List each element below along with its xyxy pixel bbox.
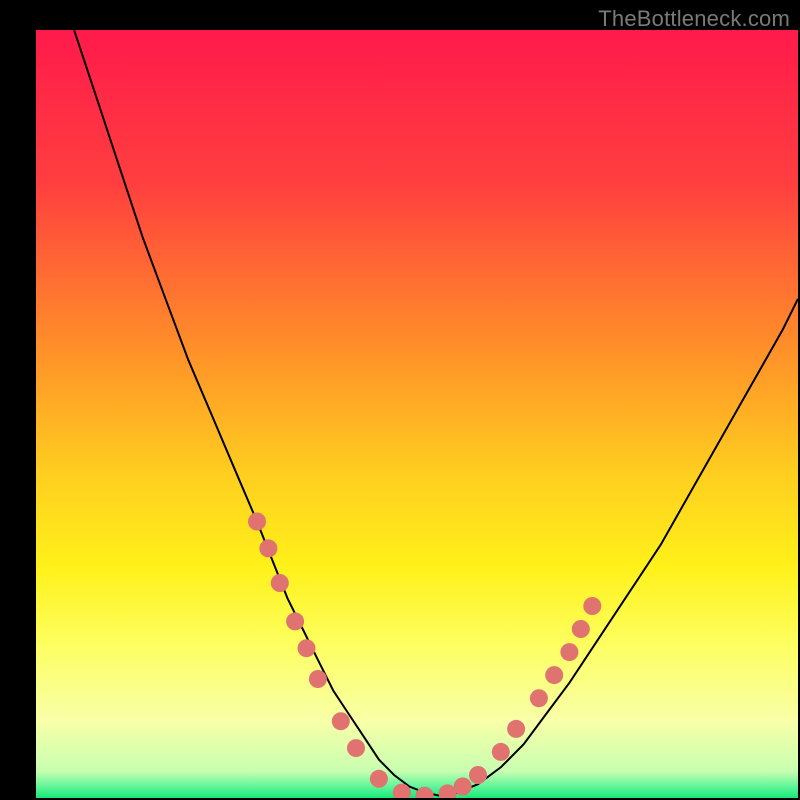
- highlight-dot: [347, 739, 365, 757]
- highlight-dot: [530, 689, 548, 707]
- highlight-dot: [572, 620, 590, 638]
- highlight-dot: [271, 574, 289, 592]
- highlight-dot: [259, 539, 277, 557]
- highlight-dot: [560, 643, 578, 661]
- highlight-dot: [309, 670, 327, 688]
- highlight-dot: [454, 778, 472, 796]
- highlight-dot: [332, 712, 350, 730]
- highlight-dot: [492, 743, 510, 761]
- highlight-dot: [298, 639, 316, 657]
- highlight-dot: [248, 513, 266, 531]
- highlight-dot: [469, 766, 487, 784]
- watermark-text: TheBottleneck.com: [598, 6, 790, 32]
- gradient-background: [36, 30, 798, 798]
- highlight-dot: [507, 720, 525, 738]
- chart-frame: TheBottleneck.com: [0, 0, 800, 800]
- highlight-dot: [370, 770, 388, 788]
- highlight-dot: [583, 597, 601, 615]
- highlight-dot: [545, 666, 563, 684]
- highlight-dot: [286, 612, 304, 630]
- bottleneck-chart: [36, 30, 798, 798]
